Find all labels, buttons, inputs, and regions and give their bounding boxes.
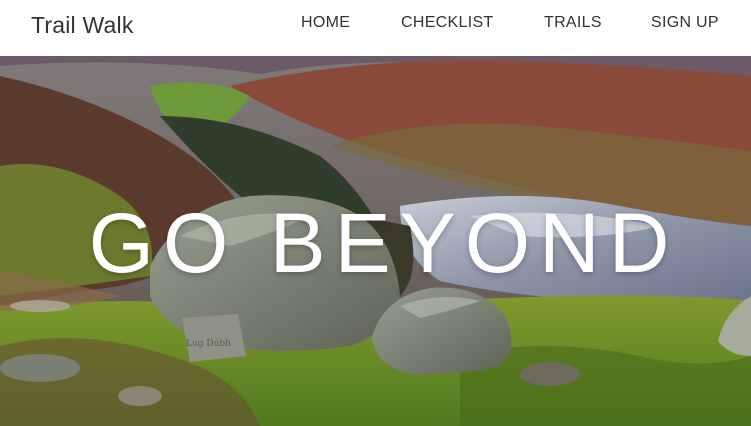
- navbar: Trail Walk HOME CHECKLIST TRAILS SIGN UP: [0, 0, 751, 56]
- nav-checklist-link[interactable]: CHECKLIST: [401, 14, 494, 32]
- nav-trails-link[interactable]: TRAILS: [544, 14, 602, 32]
- nav-home-link[interactable]: HOME: [301, 14, 350, 32]
- nav-signup-link[interactable]: SIGN UP: [651, 14, 719, 32]
- hero-section: Lug Dúbh GO BEYOND: [0, 56, 751, 426]
- stone-inscription: Lug Dúbh: [186, 338, 231, 349]
- brand-logo[interactable]: Trail Walk: [31, 12, 134, 39]
- hero-title: GO BEYOND: [88, 196, 679, 290]
